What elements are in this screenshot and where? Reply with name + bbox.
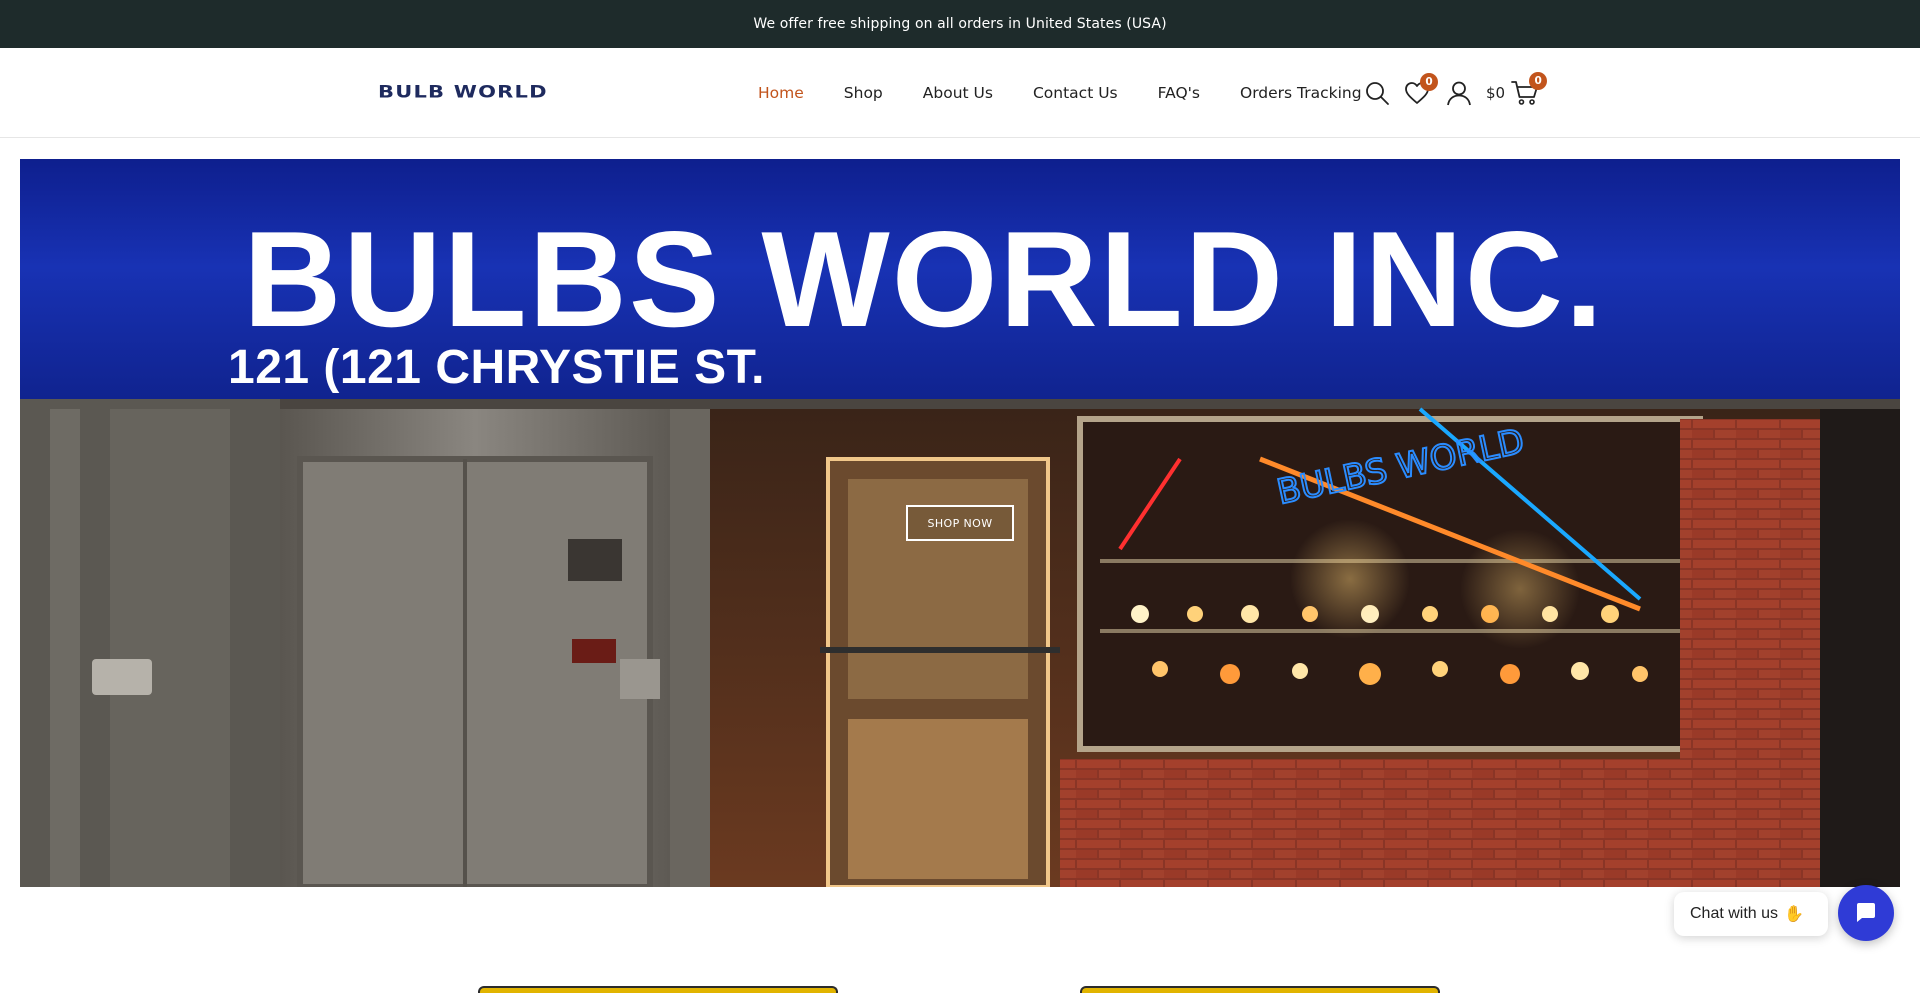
category-card-top-right[interactable] <box>1080 986 1440 993</box>
sign-title: BULBS WORLD INC. <box>243 203 1605 355</box>
header-icons: 0 $0 0 <box>1364 48 1548 138</box>
wishlist-button[interactable]: 0 <box>1404 73 1438 105</box>
nav-contact-us[interactable]: Contact Us <box>1033 84 1118 102</box>
search-icon[interactable] <box>1364 80 1390 106</box>
wishlist-count-badge: 0 <box>1420 73 1438 91</box>
logo-text: BULB WORLD <box>378 82 548 102</box>
sign-address: 121 (121 CHRYSTIE ST. <box>228 341 765 394</box>
nav-about-us[interactable]: About Us <box>923 84 993 102</box>
nav-home[interactable]: Home <box>758 84 804 102</box>
site-logo[interactable]: BULB WORLD <box>378 82 592 102</box>
announcement-bar: We offer free shipping on all orders in … <box>0 0 1920 48</box>
store-sign: BULBS WORLD INC. 121 (121 CHRYSTIE ST. <box>20 159 1900 399</box>
shop-now-button[interactable]: SHOP NOW <box>906 505 1014 541</box>
category-card-top-left[interactable] <box>478 986 838 993</box>
chat-bubble-icon[interactable] <box>1838 885 1894 941</box>
announcement-text: We offer free shipping on all orders in … <box>753 16 1167 32</box>
cart-total[interactable]: $0 <box>1486 84 1505 102</box>
site-header: BULB WORLD Home Shop About Us Contact Us… <box>0 48 1920 138</box>
chat-label: Chat with us <box>1690 905 1779 922</box>
nav-faqs[interactable]: FAQ's <box>1158 84 1200 102</box>
hero-banner: BULBS WORLD BULBS WORLD INC. 121 (121 CH… <box>20 159 1900 887</box>
waving-hand-icon: ✋ <box>1784 906 1804 923</box>
nav-shop[interactable]: Shop <box>844 84 883 102</box>
chat-with-us-button[interactable]: Chat with us ✋ <box>1674 892 1828 936</box>
main-nav: Home Shop About Us Contact Us FAQ's Orde… <box>758 48 1362 138</box>
nav-orders-tracking[interactable]: Orders Tracking <box>1240 84 1362 102</box>
cart-count-badge: 0 <box>1529 72 1548 90</box>
cart-button[interactable]: 0 <box>1511 72 1548 106</box>
user-icon[interactable] <box>1446 80 1472 106</box>
